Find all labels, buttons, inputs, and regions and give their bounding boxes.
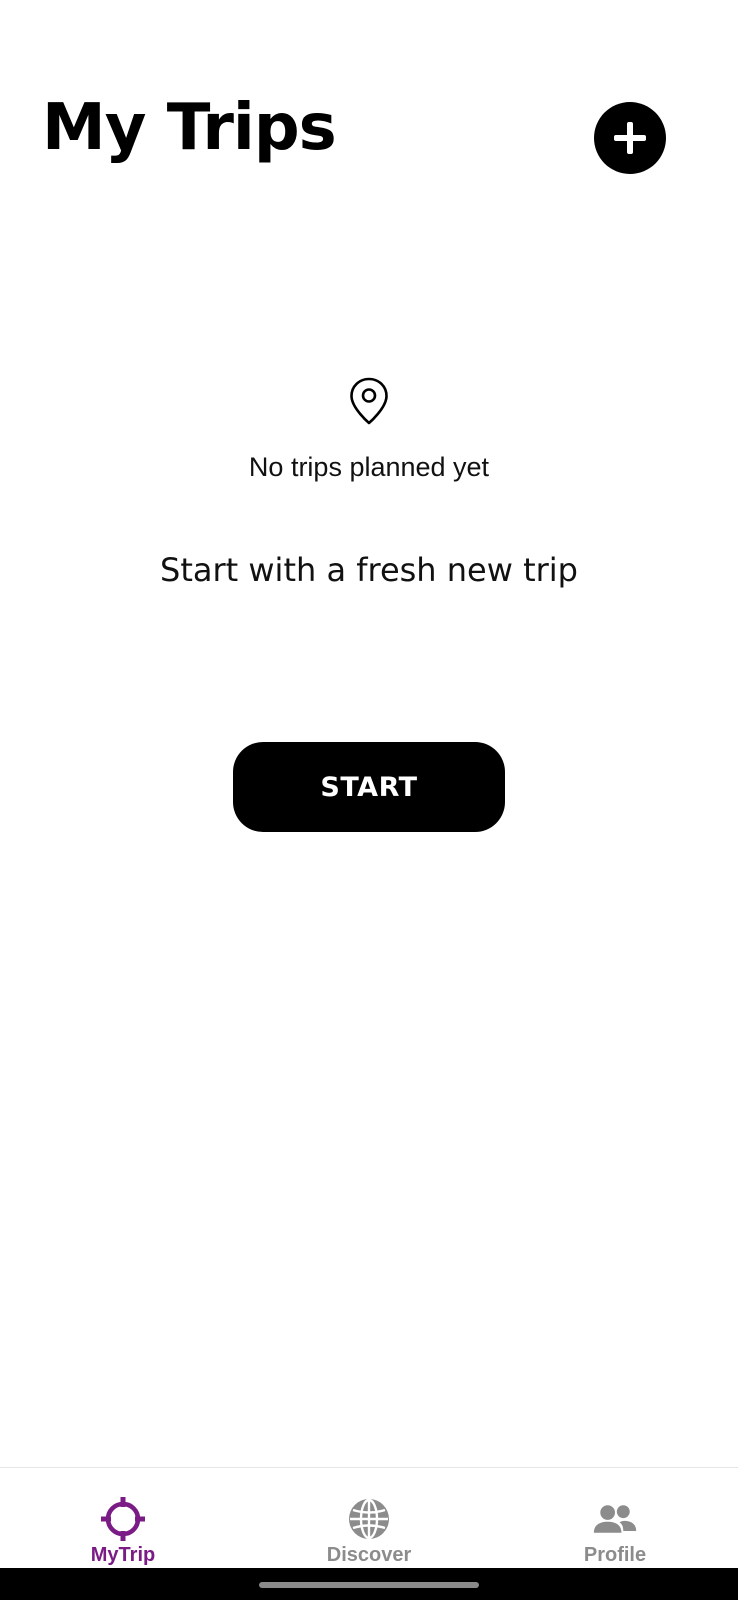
start-button[interactable]: START (233, 742, 505, 832)
empty-state (0, 376, 738, 430)
bottom-navigation: MyTrip Discover Profile (0, 1467, 738, 1568)
tab-discover[interactable]: Discover (246, 1468, 492, 1568)
empty-state-subheading: Start with a fresh new trip (160, 551, 578, 589)
tab-profile-label: Profile (583, 1544, 647, 1566)
system-navigation-bar (0, 1568, 738, 1600)
globe-icon (346, 1496, 392, 1542)
home-indicator[interactable] (259, 1582, 479, 1588)
tab-mytrip-label: MyTrip (90, 1544, 156, 1566)
crosshair-icon (100, 1496, 146, 1542)
page-title: My Trips (42, 91, 337, 165)
tab-mytrip[interactable]: MyTrip (0, 1468, 246, 1568)
plus-icon (614, 122, 646, 154)
tab-discover-label: Discover (326, 1544, 412, 1566)
people-icon (592, 1496, 638, 1542)
empty-state-message: No trips planned yet (248, 452, 490, 482)
add-trip-button[interactable] (594, 102, 666, 174)
tab-profile[interactable]: Profile (492, 1468, 738, 1568)
map-pin-icon (350, 377, 388, 425)
